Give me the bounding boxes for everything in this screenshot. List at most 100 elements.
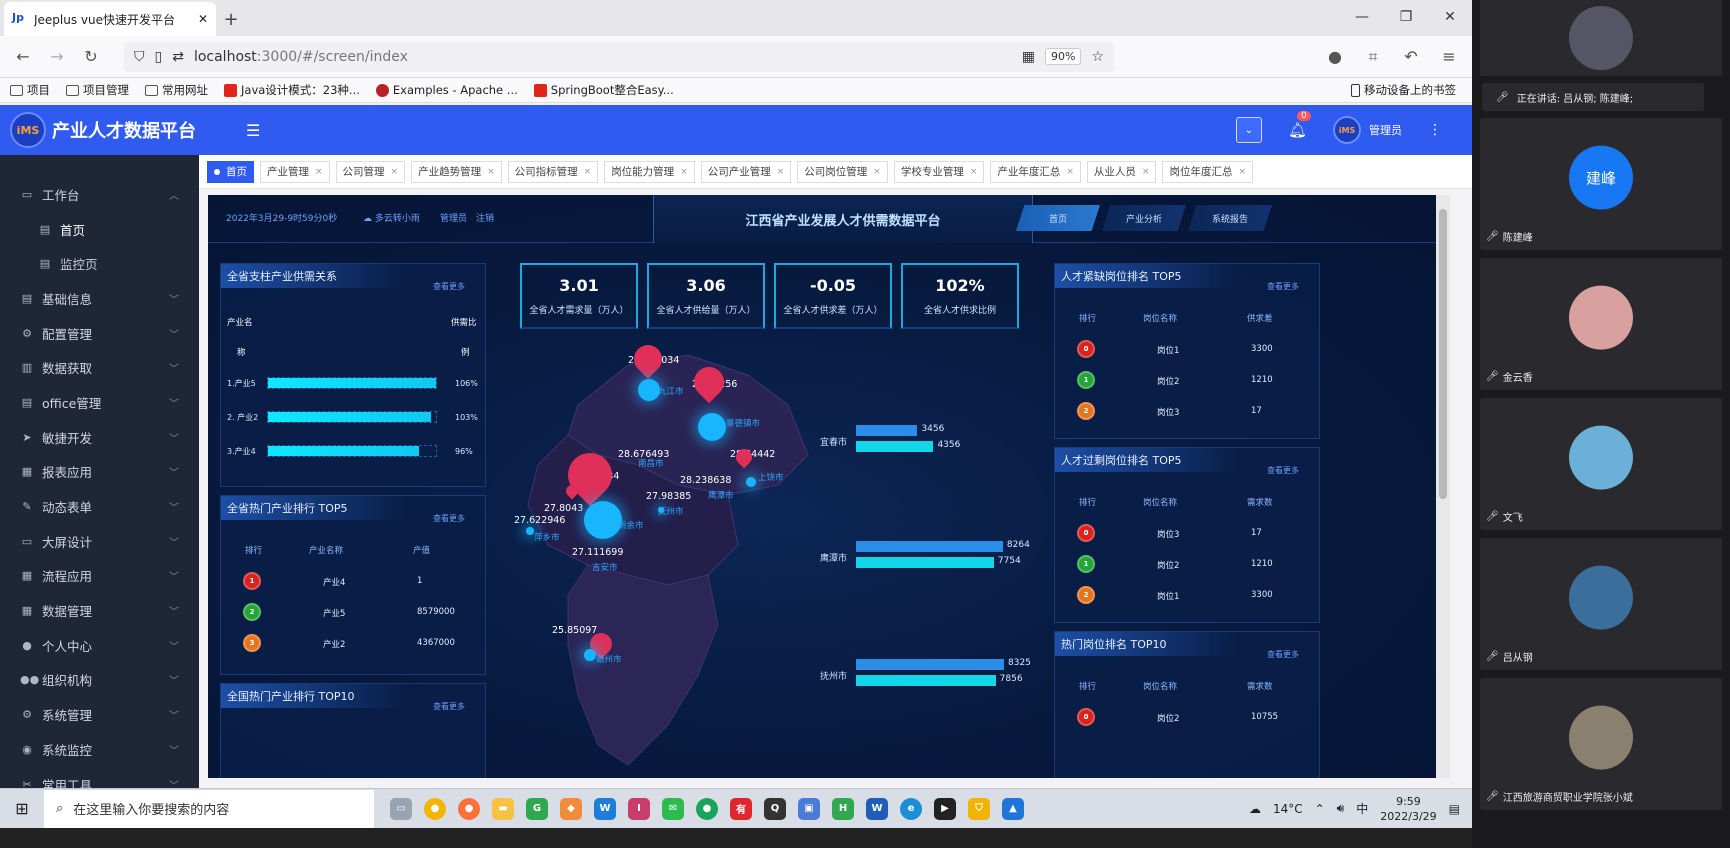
sidebar-item[interactable]: ▦ 流程应用 ﹀ <box>0 559 199 594</box>
clock[interactable]: 9:59 2022/3/29 <box>1380 794 1436 824</box>
sidebar-item[interactable]: ▤ office管理 ﹀ <box>0 385 199 420</box>
close-tab-icon[interactable]: ✕ <box>198 12 208 26</box>
minimize-button[interactable]: — <box>1340 0 1384 34</box>
firefox-icon[interactable]: ● <box>458 797 480 820</box>
forward-button[interactable]: → <box>42 42 72 72</box>
youdao-icon[interactable]: 有 <box>730 797 752 820</box>
screen-nav-home[interactable]: 首页 <box>1016 205 1100 231</box>
shield-app-icon[interactable]: ⛉ <box>968 797 990 820</box>
close-tag-icon[interactable]: × <box>1142 167 1150 177</box>
close-tag-icon[interactable]: × <box>680 167 688 177</box>
tray-weather[interactable]: 14°C <box>1273 802 1303 816</box>
chrome-icon[interactable]: ● <box>424 797 446 820</box>
sidebar-item[interactable]: ▥ 数据获取 ﹀ <box>0 350 199 385</box>
sidebar-item[interactable]: ◉ 系统监控 ﹀ <box>0 732 199 767</box>
tab-tag[interactable]: 从业人员 × <box>1086 160 1157 183</box>
wechat-icon[interactable]: ✉ <box>662 797 684 820</box>
participant-tile[interactable]: 🎤︎ 文飞 <box>1480 398 1722 530</box>
qq-icon[interactable]: Q <box>764 797 786 820</box>
sidebar-item[interactable]: ▤ 基础信息 ﹀ <box>0 281 199 316</box>
more-link[interactable]: 查看更多 <box>1267 465 1299 476</box>
tab-tag[interactable]: 岗位能力管理 × <box>604 160 695 183</box>
windows-start-icon[interactable]: ⊞ <box>0 789 44 829</box>
more-icon[interactable]: ⋮ <box>1428 122 1442 138</box>
terminal-icon[interactable]: ▶ <box>934 797 956 820</box>
sidebar-item[interactable]: ▤ 首页 <box>0 212 199 247</box>
sidebar-item[interactable]: ▤ 监控页 <box>0 246 199 281</box>
sidebar-item[interactable]: ✎ 动态表单 ﹀ <box>0 489 199 524</box>
screen-nav-industry[interactable]: 产业分析 <box>1102 205 1186 231</box>
bookmark-item[interactable]: SpringBoot整合Easy... <box>533 82 674 98</box>
explorer-icon[interactable]: ▬ <box>492 797 514 820</box>
logout-link[interactable]: 注销 <box>476 211 494 224</box>
tray-chevron-icon[interactable]: ⌃ <box>1315 802 1325 816</box>
qr-icon[interactable]: ▦ <box>1022 49 1035 65</box>
bookmark-item[interactable]: 项目 <box>10 82 50 98</box>
close-tag-icon[interactable]: × <box>584 167 592 177</box>
screenshot-icon[interactable]: ⌗ <box>1358 42 1388 72</box>
taskbar-search[interactable]: ⌕ 在这里输入你要搜索的内容 <box>44 789 374 828</box>
more-link[interactable]: 查看更多 <box>1267 649 1299 660</box>
more-link[interactable]: 查看更多 <box>433 701 465 712</box>
volume-icon[interactable]: 🔊︎ <box>1337 801 1345 816</box>
participant-tile[interactable]: 🎤︎ 江西旅游商贸职业学院张小斌 <box>1480 678 1722 810</box>
bookmark-item[interactable]: Java设计模式：23种... <box>224 82 360 98</box>
zoom-level[interactable]: 90% <box>1044 48 1082 65</box>
screen-scrollbar[interactable] <box>1436 195 1450 778</box>
tab-tag[interactable]: 学校专业管理 × <box>893 160 985 183</box>
sidebar-item[interactable]: ● 个人中心 ﹀ <box>0 628 199 663</box>
more-link[interactable]: 查看更多 <box>1267 281 1299 292</box>
collapse-icon[interactable]: ⌄ <box>1235 117 1262 143</box>
tab-tag[interactable]: 首页× <box>207 160 254 183</box>
ime-icon[interactable]: 中 <box>1356 800 1368 817</box>
participant-tile[interactable]: 建峰 🎤︎ 陈建峰 <box>1480 118 1722 250</box>
tab-tag[interactable]: 公司岗位管理 × <box>797 160 888 183</box>
participant-tile[interactable]: 🎤︎ 金云香 <box>1480 258 1722 390</box>
git-icon[interactable]: G <box>526 797 548 820</box>
tab-tag[interactable]: 公司指标管理 × <box>507 160 599 183</box>
tab-tag[interactable]: 产业年度汇总 × <box>990 160 1081 183</box>
notifications-icon[interactable]: ▤ <box>1449 802 1460 816</box>
menu-toggle-icon[interactable]: ☰ <box>246 121 260 140</box>
bookmark-item[interactable]: 项目管理 <box>66 82 129 98</box>
sidebar-item[interactable]: ▭ 工作台 ︿ <box>0 177 199 212</box>
undo-icon[interactable]: ↶ <box>1396 42 1426 72</box>
bookmark-item[interactable]: 常用网址 <box>145 82 208 98</box>
back-button[interactable]: ← <box>8 42 38 72</box>
account-icon[interactable]: ● <box>1320 42 1350 72</box>
restore-button[interactable]: ❐ <box>1384 0 1428 34</box>
new-tab-button[interactable]: + <box>216 2 246 36</box>
tab-tag[interactable]: 产业管理 × <box>260 160 330 183</box>
mobile-bookmarks[interactable]: 移动设备上的书签 <box>1351 82 1456 98</box>
close-tag-icon[interactable]: × <box>777 167 785 177</box>
close-window-button[interactable]: ✕ <box>1428 0 1472 34</box>
edge-icon[interactable]: e <box>900 797 922 820</box>
tab-tag[interactable]: 公司管理 × <box>335 160 406 183</box>
more-link[interactable]: 查看更多 <box>433 281 465 292</box>
sidebar-item[interactable]: ⚙ 系统管理 ﹀ <box>0 697 199 732</box>
sidebar-item[interactable]: ✂ 常用工具 ﹀ <box>0 767 199 788</box>
close-tag-icon[interactable]: × <box>1238 167 1246 177</box>
sidebar-item[interactable]: ➤ 敏捷开发 ﹀ <box>0 420 199 455</box>
participant-tile[interactable] <box>1480 0 1722 76</box>
sidebar-item[interactable]: ▦ 报表应用 ﹀ <box>0 455 199 490</box>
close-tag-icon[interactable]: × <box>873 167 881 177</box>
bell-icon[interactable]: 🔔︎ 0 <box>1288 111 1311 139</box>
bookmark-item[interactable]: Examples - Apache ... <box>375 83 518 97</box>
sidebar-item[interactable]: ⚙ 配置管理 ﹀ <box>0 316 199 351</box>
webstorm-icon[interactable]: W <box>594 797 616 820</box>
reload-button[interactable]: ↻ <box>76 42 106 72</box>
tab-tag[interactable]: 岗位年度汇总 × <box>1162 160 1254 183</box>
screen-nav-report[interactable]: 系统报告 <box>1188 205 1272 231</box>
photos-icon[interactable]: ▲ <box>1002 797 1024 820</box>
bookmark-star-icon[interactable]: ☆ <box>1091 49 1104 65</box>
sidebar-item[interactable]: ●● 组织机构 ﹀ <box>0 663 199 698</box>
more-link[interactable]: 查看更多 <box>433 513 465 524</box>
participant-tile[interactable]: 🎤︎ 吕从钢 <box>1480 538 1722 670</box>
address-bar[interactable]: ⛉ ▯ ⇄ localhost:3000/#/screen/index ▦ 90… <box>124 41 1114 72</box>
window-icon[interactable]: ▣ <box>798 797 820 820</box>
menu-icon[interactable]: ≡ <box>1434 42 1464 72</box>
close-tag-icon[interactable]: × <box>1066 167 1074 177</box>
hbuilder-icon[interactable]: H <box>832 797 854 820</box>
close-tag-icon[interactable]: × <box>970 167 978 177</box>
